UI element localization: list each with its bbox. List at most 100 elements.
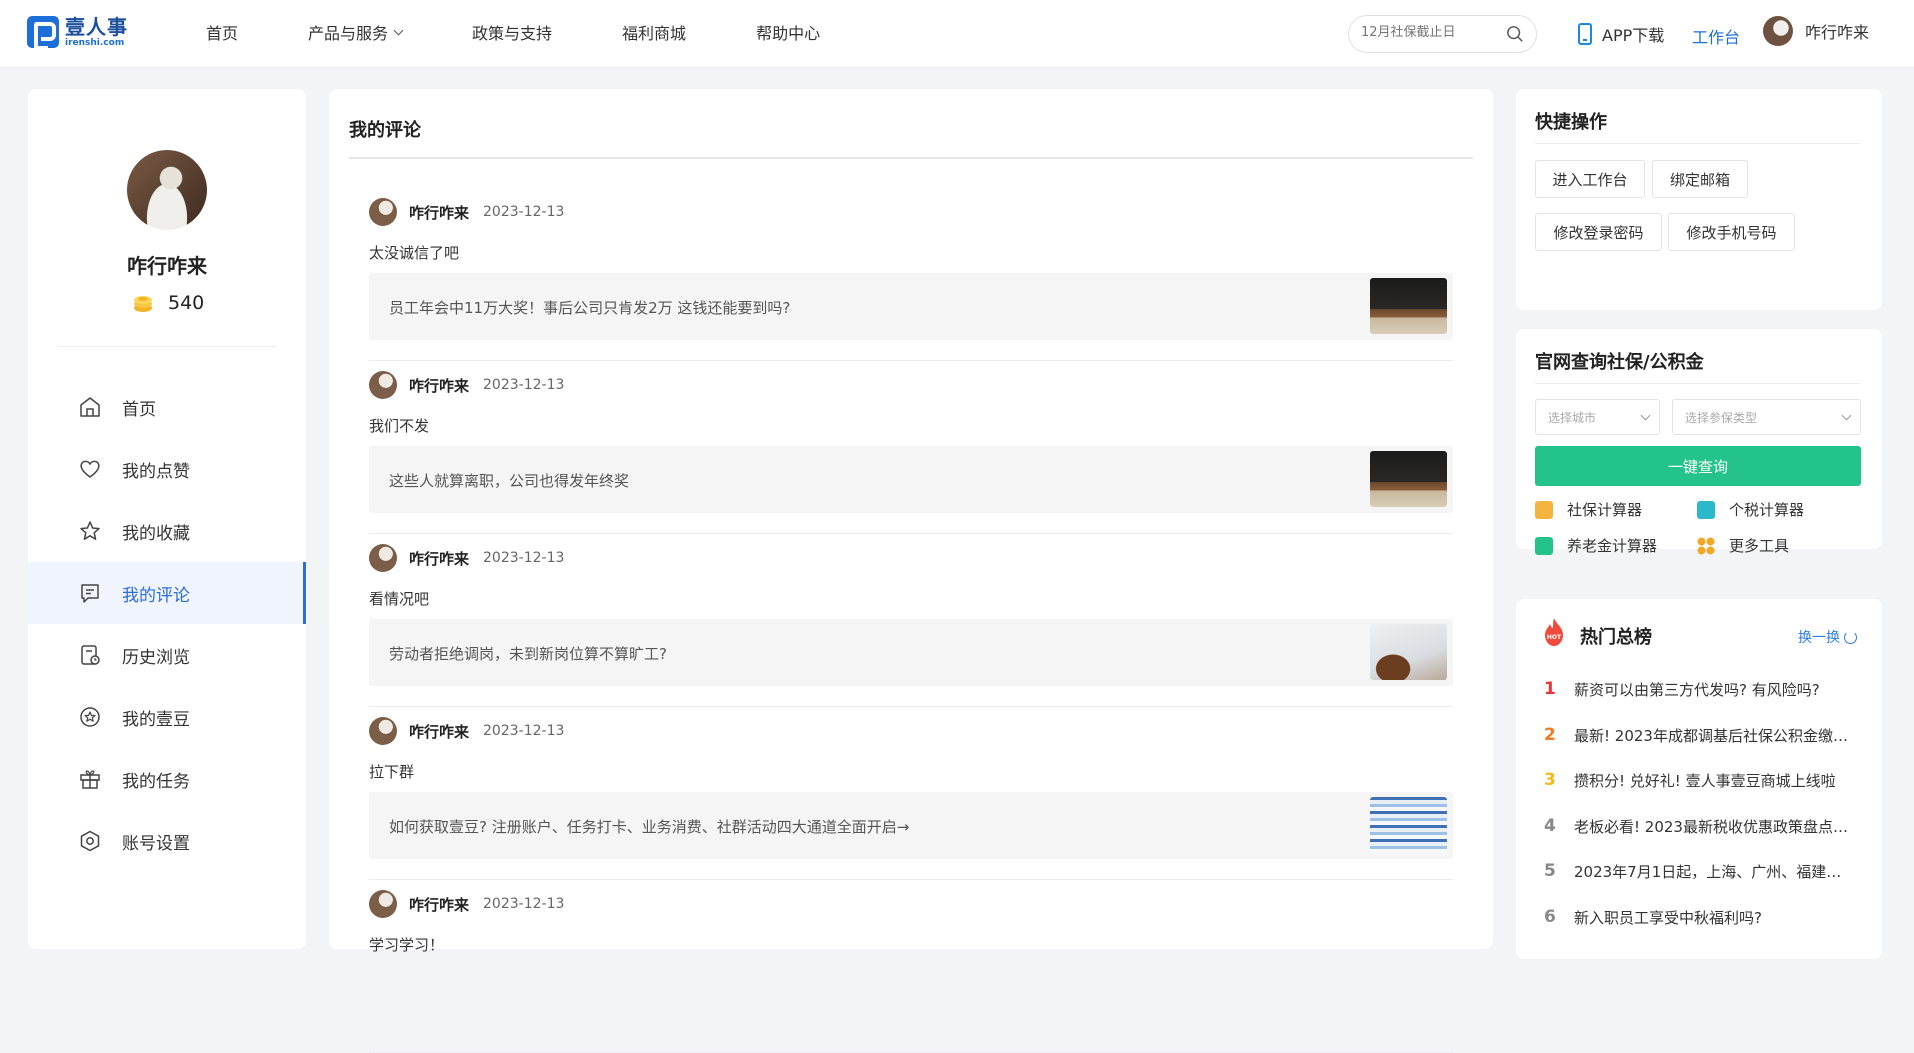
workbench-link[interactable]: 工作台 [1692, 24, 1740, 48]
query-button[interactable]: 一键查询 [1535, 446, 1861, 486]
social-security-calculator-link[interactable]: 社保计算器 [1535, 499, 1642, 520]
refresh-icon [1844, 630, 1857, 644]
article-link[interactable]: 如何获取壹豆? 注册账户、任务打卡、业务消费、社群活动四大通道全面开启→ [369, 792, 1453, 859]
sidebar-item-label: 首页 [122, 399, 156, 420]
article-link[interactable]: 员工年会中11万大奖！事后公司只肯发2万 这钱还能要到吗? [369, 273, 1453, 340]
sidebar-menu: 首页 我的点赞 我的收藏 我的评论 历史浏览 我的壹豆 我的任务 账号设置 [28, 376, 306, 872]
search-input[interactable] [1361, 25, 1501, 40]
divider [349, 157, 1473, 159]
sidebar-item-favorites[interactable]: 我的收藏 [28, 500, 306, 562]
tool-label: 更多工具 [1729, 537, 1790, 555]
chevron-down-icon [1841, 410, 1852, 421]
list-item[interactable]: 2 最新! 2023年成都调基后社保公积金缴费基数 [1544, 725, 1864, 771]
sidebar-item-history[interactable]: 历史浏览 [28, 624, 306, 686]
article-link[interactable]: 劳动者拒绝调岗，未到新岗位算不算旷工? [369, 619, 1453, 686]
pension-calculator-link[interactable]: 养老金计算器 [1535, 535, 1657, 556]
enter-workbench-button[interactable]: 进入工作台 [1535, 160, 1645, 198]
avatar [369, 717, 397, 745]
sidebar-item-tasks[interactable]: 我的任务 [28, 748, 306, 810]
article-link[interactable]: 这些人就算离职，公司也得发年终奖 [369, 446, 1453, 513]
change-phone-button[interactable]: 修改手机号码 [1668, 213, 1795, 251]
hot-title: 2023年7月1日起，上海、广州、福建等地调整 [1574, 863, 1856, 881]
refresh-button[interactable]: 换一换 [1798, 627, 1857, 647]
nav-home[interactable]: 首页 [206, 20, 238, 44]
avatar [369, 371, 397, 399]
more-tools-link[interactable]: 更多工具 [1697, 535, 1789, 556]
bind-email-button[interactable]: 绑定邮箱 [1652, 160, 1748, 198]
profile-name: 咋行咋来 [127, 254, 207, 278]
logo-domain: irenshi.com [65, 37, 125, 48]
quick-actions-card: 快捷操作 进入工作台 绑定邮箱 修改登录密码 修改手机号码 [1516, 89, 1882, 310]
insurance-type-placeholder: 选择参保类型 [1685, 410, 1758, 425]
sidebar-item-settings[interactable]: 账号设置 [28, 810, 306, 872]
search-icon[interactable] [1506, 25, 1524, 43]
sidebar-item-beans[interactable]: 我的壹豆 [28, 686, 306, 748]
coins-icon [134, 296, 152, 312]
username: 咋行咋来 [1805, 23, 1870, 42]
insurance-type-select[interactable]: 选择参保类型 [1672, 399, 1861, 435]
nav-help[interactable]: 帮助中心 [756, 20, 820, 44]
article-title: 这些人就算离职，公司也得发年终奖 [389, 472, 630, 490]
comment-date: 2023-12-13 [483, 896, 565, 912]
heart-icon [80, 460, 100, 478]
rank-number: 3 [1544, 770, 1556, 790]
rank-number: 1 [1544, 679, 1556, 699]
sidebar-item-label: 我的点赞 [122, 461, 190, 482]
hot-title: 攒积分! 兑好礼! 壹人事壹豆商城上线啦 [1574, 772, 1836, 790]
top-navigation-bar: 壹人事 irenshi.com 首页 产品与服务 政策与支持 福利商城 帮助中心… [0, 0, 1914, 68]
nav-policy[interactable]: 政策与支持 [472, 20, 552, 44]
settings-icon [80, 830, 100, 852]
nav-mall[interactable]: 福利商城 [622, 20, 686, 44]
comment-item: 咋行咋来 2023-12-13 太没诚信了吧 员工年会中11万大奖！事后公司只肯… [369, 188, 1453, 361]
tool-label: 个税计算器 [1729, 501, 1805, 519]
nav-products[interactable]: 产品与服务 [308, 20, 404, 44]
sidebar-item-label: 我的评论 [122, 585, 190, 606]
card-title: 热门总榜 [1580, 627, 1652, 648]
comment-text: 我们不发 [369, 417, 430, 435]
comment-item: 咋行咋来 2023-12-13 我们不发 这些人就算离职，公司也得发年终奖 [369, 361, 1453, 534]
page-title: 我的评论 [349, 120, 421, 141]
list-item[interactable]: 5 2023年7月1日起，上海、广州、福建等地调整 [1544, 861, 1864, 907]
app-download-label: APP下载 [1602, 26, 1665, 45]
logo[interactable]: 壹人事 irenshi.com [27, 14, 128, 50]
user-menu[interactable]: 咋行咋来 [1763, 16, 1869, 46]
list-item[interactable]: 3 攒积分! 兑好礼! 壹人事壹豆商城上线啦 [1544, 770, 1864, 816]
list-item[interactable]: 4 老板必看! 2023最新税收优惠政策盘点汇总 [1544, 816, 1864, 862]
comment-author: 咋行咋来 [409, 895, 470, 914]
list-item[interactable]: 1 薪资可以由第三方代发吗? 有风险吗? [1544, 679, 1864, 725]
rank-number: 6 [1544, 906, 1556, 927]
comment-icon [81, 584, 99, 603]
pension-icon [1535, 536, 1553, 555]
comment-list: 咋行咋来 2023-12-13 太没诚信了吧 员工年会中11万大奖！事后公司只肯… [369, 188, 1453, 1053]
comment-text: 拉下群 [369, 763, 415, 781]
tool-label: 社保计算器 [1567, 501, 1643, 519]
city-select[interactable]: 选择城市 [1535, 399, 1660, 435]
app-download-link[interactable]: APP下载 [1578, 22, 1664, 46]
logo-name: 壹人事 [65, 14, 128, 39]
hot-badge-text: HOT [1547, 634, 1562, 641]
hot-title: 新入职员工享受中秋福利吗? [1574, 908, 1762, 927]
tax-calculator-link[interactable]: 个税计算器 [1697, 499, 1804, 520]
hot-ranking-card: HOT 热门总榜 换一换 1 薪资可以由第三方代发吗? 有风险吗? 2 最新! 20… [1516, 599, 1882, 959]
sidebar-item-likes[interactable]: 我的点赞 [28, 438, 306, 500]
sidebar-item-label: 账号设置 [122, 833, 190, 854]
sidebar-item-label: 我的壹豆 [122, 709, 190, 730]
divider [1535, 143, 1861, 144]
sidebar-item-home[interactable]: 首页 [28, 376, 306, 438]
hot-title: 最新! 2023年成都调基后社保公积金缴费基数 [1574, 726, 1856, 745]
comment-item: 咋行咋来 2023-12-13 学习学习！ [369, 880, 1453, 1053]
star-icon [80, 521, 100, 540]
sidebar-item-label: 我的收藏 [122, 523, 190, 544]
grid-icon [1697, 536, 1715, 555]
hot-flame-icon: HOT [1545, 618, 1563, 646]
comment-date: 2023-12-13 [483, 377, 565, 393]
avatar [369, 198, 397, 226]
logo-icon [27, 16, 59, 50]
sidebar-item-comments[interactable]: 我的评论 [28, 562, 306, 624]
article-thumbnail [1370, 624, 1447, 680]
city-select-placeholder: 选择城市 [1548, 410, 1597, 425]
change-password-button[interactable]: 修改登录密码 [1535, 213, 1662, 251]
profile-avatar[interactable] [127, 150, 207, 230]
comments-panel: 我的评论 咋行咋来 2023-12-13 太没诚信了吧 员工年会中11万大奖！事… [329, 89, 1493, 1053]
list-item[interactable]: 6 新入职员工享受中秋福利吗? [1544, 907, 1864, 953]
